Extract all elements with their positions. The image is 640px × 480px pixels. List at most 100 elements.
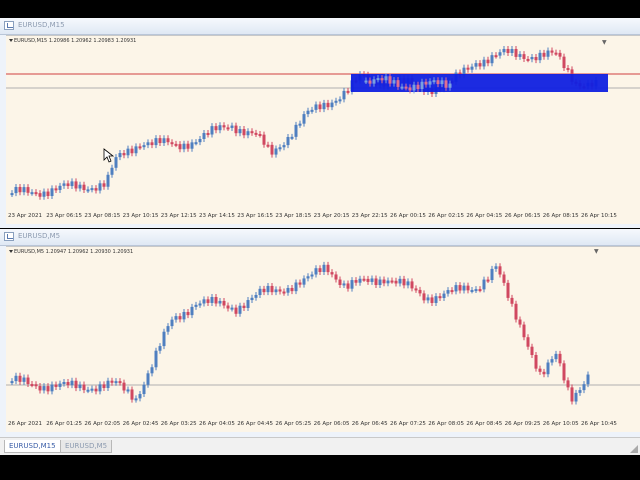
candle-body bbox=[550, 50, 554, 53]
candle-body bbox=[166, 138, 170, 143]
candle-body bbox=[158, 138, 162, 144]
candle-body bbox=[10, 193, 14, 196]
candle-body bbox=[454, 285, 458, 292]
time-tick-label: 26 Apr 10:05 bbox=[542, 421, 579, 427]
chart-window-m15[interactable]: EURUSD,M15 EURUSD,M15 1.20986 1.20962 1.… bbox=[0, 18, 640, 228]
candle-body bbox=[372, 79, 376, 84]
candle-body bbox=[238, 129, 242, 134]
window-title-bar[interactable]: EURUSD,M15 bbox=[0, 18, 640, 35]
time-tick-label: 26 Apr 06:15 bbox=[504, 213, 541, 219]
candle-body bbox=[380, 78, 384, 81]
candle-body bbox=[158, 346, 162, 351]
candle-body bbox=[422, 293, 426, 301]
candle-body bbox=[50, 384, 54, 392]
candle-body bbox=[206, 132, 210, 135]
price-chart-m5[interactable]: EURUSD,M5 1.20947 1.20962 1.20930 1.2093… bbox=[6, 246, 640, 421]
time-tick-label: 26 Apr 06:45 bbox=[351, 421, 388, 427]
candle-body bbox=[338, 279, 342, 285]
candle-body bbox=[514, 303, 518, 320]
time-axis: 26 Apr 2021 26 Apr 01:25 26 Apr 02:05 26 Ap… bbox=[6, 420, 640, 432]
candle-body bbox=[510, 297, 514, 304]
candle-body bbox=[474, 289, 478, 292]
time-tick-label: 23 Apr 20:15 bbox=[313, 213, 350, 219]
candle-body bbox=[498, 52, 502, 56]
candle-body bbox=[126, 148, 130, 156]
candle-body bbox=[286, 287, 290, 293]
candle-body bbox=[30, 192, 34, 195]
candle-body bbox=[126, 389, 130, 392]
candle-body bbox=[432, 80, 436, 83]
candle-body bbox=[70, 181, 74, 187]
candle-body bbox=[210, 126, 214, 135]
candle-body bbox=[94, 388, 98, 392]
candle-body bbox=[554, 52, 558, 55]
candle-body bbox=[342, 283, 346, 286]
candle-body bbox=[42, 386, 46, 391]
candle-body bbox=[134, 398, 138, 401]
candle-body bbox=[370, 278, 374, 282]
candle-body bbox=[26, 187, 30, 193]
candle-body bbox=[388, 76, 392, 84]
candle-body bbox=[214, 126, 218, 131]
candle-body bbox=[114, 381, 118, 384]
time-axis: 23 Apr 2021 23 Apr 06:15 23 Apr 08:15 23 Ap… bbox=[6, 212, 640, 224]
candle-body bbox=[558, 353, 562, 364]
candle-body bbox=[522, 54, 526, 59]
candle-body bbox=[250, 297, 254, 301]
candle-body bbox=[98, 384, 102, 392]
candle-body bbox=[506, 48, 510, 53]
candle-body bbox=[130, 148, 134, 154]
tab-eurusd-m15[interactable]: EURUSD,M15 bbox=[4, 440, 61, 453]
candle-body bbox=[222, 300, 226, 306]
candles-layer: ▼ bbox=[6, 39, 640, 200]
candle-body bbox=[210, 297, 214, 303]
candle-body bbox=[90, 388, 94, 391]
candle-body bbox=[38, 193, 42, 197]
candle-body bbox=[474, 63, 478, 67]
candle-body bbox=[494, 266, 498, 269]
candle-body bbox=[266, 285, 270, 293]
candle-body bbox=[78, 184, 82, 189]
candle-body bbox=[538, 52, 542, 61]
candle-body bbox=[416, 84, 420, 90]
candle-body bbox=[214, 297, 218, 304]
candle-body bbox=[466, 285, 470, 291]
candle-body bbox=[486, 59, 490, 64]
candle-body bbox=[294, 124, 298, 137]
candle-body bbox=[190, 142, 194, 149]
resize-grip-icon[interactable] bbox=[630, 445, 638, 453]
candle-body bbox=[398, 278, 402, 284]
candle-body bbox=[278, 147, 282, 150]
candle-body bbox=[358, 278, 362, 283]
candle-body bbox=[502, 48, 506, 53]
time-tick-label: 26 Apr 07:25 bbox=[390, 421, 426, 427]
candle-body bbox=[570, 387, 574, 402]
candle-body bbox=[414, 288, 418, 291]
chart-tabs-bar: EURUSD,M15 EURUSD,M5 bbox=[0, 437, 640, 455]
chart-window-m5[interactable]: EURUSD,M5 EURUSD,M5 1.20947 1.20962 1.20… bbox=[0, 229, 640, 437]
candle-body bbox=[282, 291, 286, 294]
candle-body bbox=[58, 185, 62, 190]
candle-body bbox=[202, 132, 206, 139]
candle-body bbox=[10, 381, 14, 384]
candle-body bbox=[178, 316, 182, 320]
window-title-bar[interactable]: EURUSD,M5 bbox=[0, 229, 640, 246]
candle-body bbox=[226, 127, 230, 130]
candle-body bbox=[490, 55, 494, 64]
tab-eurusd-m5[interactable]: EURUSD,M5 bbox=[60, 440, 113, 453]
candle-body bbox=[58, 383, 62, 387]
candle-body bbox=[122, 382, 126, 391]
candle-body bbox=[530, 346, 534, 355]
candle-body bbox=[178, 144, 182, 150]
candle-body bbox=[150, 367, 154, 374]
price-chart-m15[interactable]: EURUSD,M15 1.20986 1.20962 1.20983 1.209… bbox=[6, 35, 640, 213]
candle-body bbox=[246, 300, 250, 308]
candle-body bbox=[186, 143, 190, 149]
candle-body bbox=[266, 144, 270, 147]
candle-body bbox=[342, 90, 346, 100]
candle-body bbox=[30, 384, 34, 387]
time-tick-label: 26 Apr 00:15 bbox=[390, 213, 426, 219]
time-tick-label: 26 Apr 02:45 bbox=[122, 421, 159, 427]
candle-body bbox=[444, 80, 448, 88]
candle-body bbox=[410, 281, 414, 289]
